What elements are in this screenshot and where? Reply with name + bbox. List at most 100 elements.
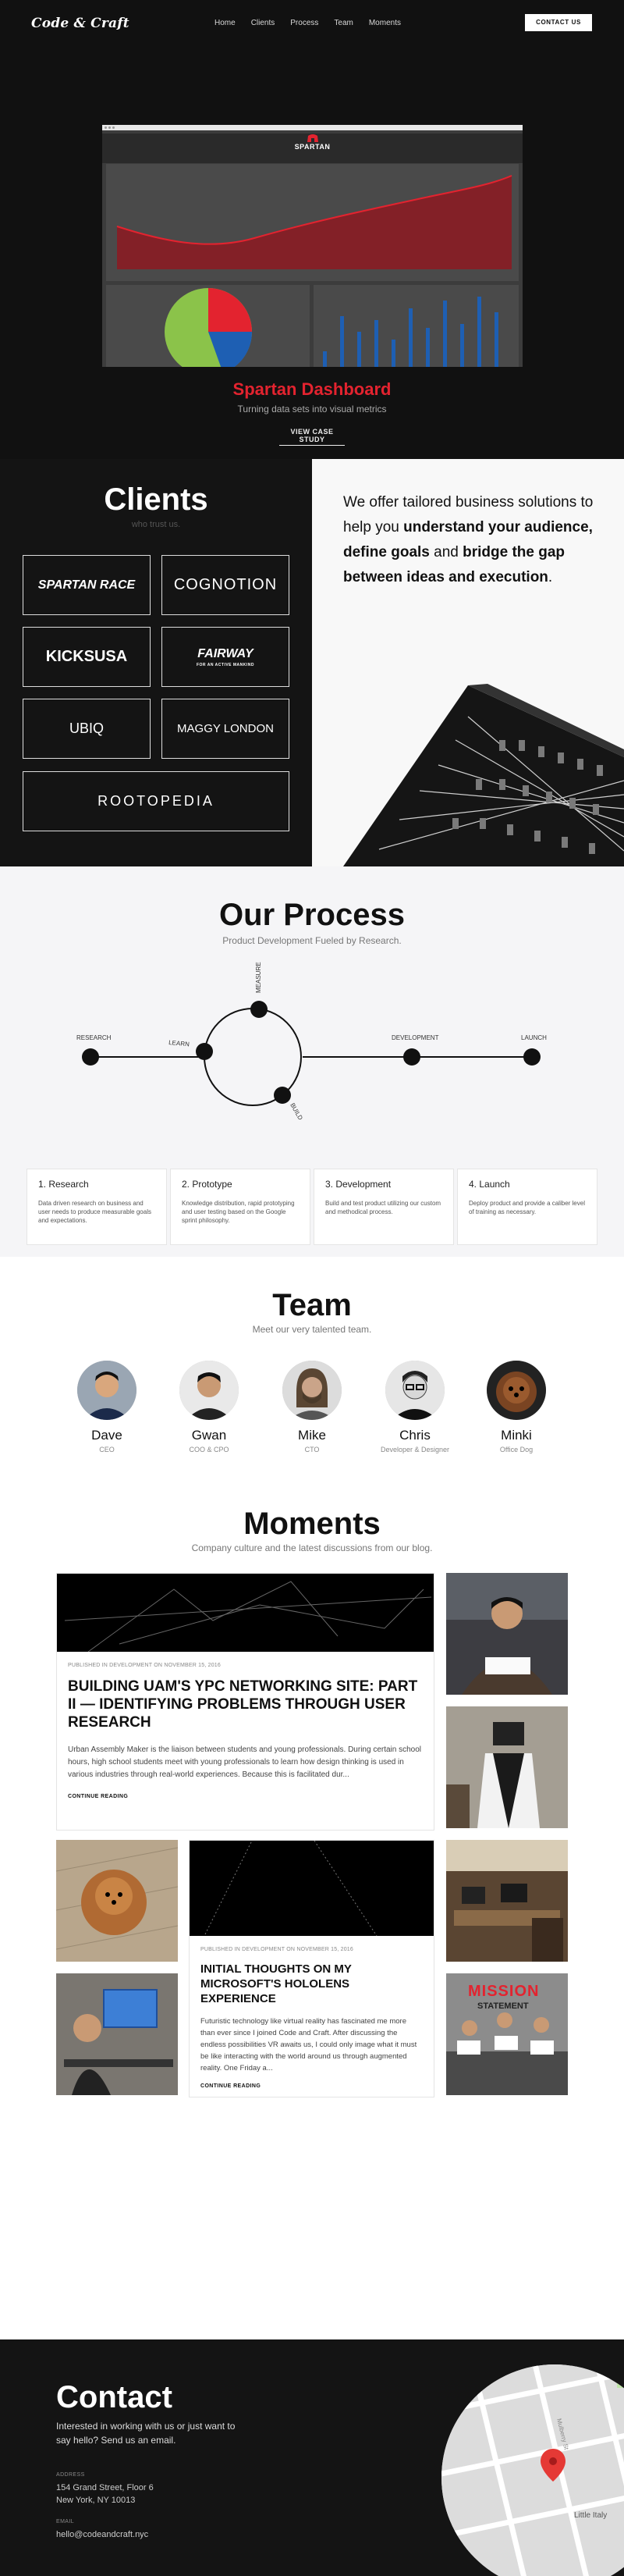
avatar: [179, 1361, 239, 1420]
moment-photo[interactable]: [446, 1840, 568, 1962]
team-member-mike[interactable]: Mike CTO: [265, 1361, 359, 1453]
member-name: Minki: [501, 1428, 532, 1443]
moment-photo[interactable]: [56, 1973, 178, 2095]
moments-section: Moments Company culture and the latest d…: [0, 1479, 624, 2339]
step-text: Deploy product and provide a caliber lev…: [469, 1200, 585, 1215]
map-streets: Mulberry St Little Italy: [441, 2364, 624, 2576]
label-build: BUILD: [289, 1102, 304, 1122]
member-role: COO & CPO: [189, 1446, 229, 1453]
process-diagram: RESEARCH MEASURE LEARN BUILD DEVELOPMENT…: [76, 962, 547, 1122]
avatar: [385, 1361, 445, 1420]
avatar: [77, 1361, 136, 1420]
blog-post-card[interactable]: PUBLISHED IN DEVELOPMENT ON NOVEMBER 15,…: [189, 1840, 434, 2097]
moment-photo[interactable]: [446, 1706, 568, 1828]
post-meta: PUBLISHED IN DEVELOPMENT ON NOVEMBER 15,…: [200, 1947, 353, 1952]
team-member-minki[interactable]: Minki Office Dog: [470, 1361, 563, 1453]
post-cover-image: [57, 1574, 434, 1652]
logo[interactable]: Code & Craft: [31, 16, 129, 31]
building-photo: [343, 684, 624, 866]
label-launch: LAUNCH: [521, 1034, 547, 1041]
clients-title: Clients: [104, 482, 208, 517]
process-step-development: 3. Development Build and test product ut…: [314, 1169, 454, 1245]
area-chart: [116, 175, 512, 269]
nav-item-moments[interactable]: Moments: [369, 19, 401, 27]
mockup-header: SPARTAN: [102, 133, 523, 163]
step-text: Build and test product utilizing our cus…: [325, 1200, 441, 1215]
client-logo-ubiq: UBIQ: [23, 699, 151, 759]
nav-item-home[interactable]: Home: [214, 19, 236, 27]
moment-photo[interactable]: MISSION STATEMENT: [446, 1973, 568, 2095]
member-role: CEO: [99, 1446, 115, 1453]
client-logo-fairway: FAIRWAY FOR AN ACTIVE MANKIND: [161, 627, 289, 687]
avatar: [282, 1361, 342, 1420]
pie-chart: [165, 288, 253, 367]
client-logo-kicksusa: KICKSUSA: [23, 627, 151, 687]
step-text: Data driven research on business and use…: [38, 1200, 151, 1224]
statement-sign: STATEMENT: [477, 2001, 529, 2011]
hero-section: Code & Craft Home Clients Process Team M…: [0, 0, 624, 459]
launch-node: [523, 1048, 541, 1066]
post-excerpt: Futuristic technology like virtual reali…: [200, 2017, 417, 2073]
nav-item-process[interactable]: Process: [290, 19, 318, 27]
member-name: Gwan: [191, 1428, 227, 1443]
label-learn: LEARN: [168, 1039, 190, 1048]
moment-photo[interactable]: [446, 1573, 568, 1695]
address-line-1: 154 Grand Street, Floor 6: [56, 2483, 154, 2492]
client-logo-rootopedia: ROOTOPEDIA: [23, 771, 289, 831]
contact-us-button[interactable]: CONTACT US: [525, 14, 592, 31]
team-member-gwan[interactable]: Gwan COO & CPO: [162, 1361, 256, 1453]
area-chart-panel: [106, 164, 519, 281]
address-label: ADDRESS: [56, 2472, 85, 2478]
continue-reading-link[interactable]: CONTINUE READING: [200, 2083, 423, 2089]
blog-post-card[interactable]: PUBLISHED IN DEVELOPMENT ON NOVEMBER 15,…: [56, 1573, 434, 1831]
fairway-name: FAIRWAY: [197, 646, 254, 660]
nav-item-team[interactable]: Team: [334, 19, 353, 27]
top-nav: Code & Craft Home Clients Process Team M…: [0, 14, 624, 33]
step-title: 3. Development: [325, 1179, 392, 1190]
measure-node: [250, 1001, 268, 1018]
member-role: Developer & Designer: [380, 1446, 450, 1453]
member-role: Office Dog: [499, 1446, 534, 1453]
build-node: [274, 1087, 291, 1104]
moment-photo[interactable]: [56, 1840, 178, 1962]
client-logo-maggy-london: MAGGY LONDON: [161, 699, 289, 759]
moments-subtitle: Company culture and the latest discussio…: [191, 1542, 433, 1553]
team-member-chris[interactable]: Chris Developer & Designer: [368, 1361, 462, 1453]
member-name: Chris: [399, 1428, 431, 1443]
post-excerpt: Urban Assembly Maker is the liaison betw…: [68, 1745, 422, 1779]
moments-title: Moments: [243, 1507, 381, 1541]
location-map[interactable]: Mulberry St Little Italy: [441, 2364, 624, 2576]
post-title[interactable]: INITIAL THOUGHTS ON MY MICROSOFT'S HOLOL…: [200, 1962, 423, 2006]
avatar: [487, 1361, 546, 1420]
nav-menu: Home Clients Process Team Moments: [214, 19, 401, 27]
email-link[interactable]: hello@codeandcraft.nyc: [56, 2528, 148, 2541]
team-title: Team: [272, 1288, 352, 1322]
contact-section: Contact Interested in working with us or…: [0, 2339, 624, 2576]
map-area-label: Little Italy: [574, 2511, 607, 2520]
member-role: CTO: [304, 1446, 320, 1453]
step-text: Knowledge distribution, rapid prototypin…: [182, 1200, 295, 1224]
process-step-research: 1. Research Data driven research on busi…: [27, 1169, 167, 1245]
fairway-tagline: FOR AN ACTIVE MANKIND: [196, 662, 254, 667]
contact-intro: Interested in working with us or just wa…: [56, 2421, 236, 2446]
mockup-brand: SPARTAN: [294, 143, 331, 151]
team-section: Team Meet our very talented team. Dave C…: [0, 1257, 624, 1479]
continue-reading-link[interactable]: CONTINUE READING: [68, 1794, 423, 1799]
team-member-dave[interactable]: Dave CEO: [60, 1361, 154, 1453]
post-meta: PUBLISHED IN DEVELOPMENT ON NOVEMBER 15,…: [68, 1663, 221, 1668]
spartan-helmet-icon: [307, 134, 318, 142]
clients-subtitle: who trust us.: [131, 520, 181, 529]
nav-item-clients[interactable]: Clients: [251, 19, 275, 27]
step-title: 1. Research: [38, 1179, 89, 1190]
bar-chart-panel: [314, 285, 519, 367]
clients-section: Clients who trust us. SPARTAN RACE COGNO…: [0, 459, 624, 866]
process-section: Our Process Product Development Fueled b…: [0, 866, 624, 1257]
post-title[interactable]: BUILDING UAM'S YPC NETWORKING SITE: PART…: [68, 1678, 423, 1731]
view-case-study-link[interactable]: VIEW CASE STUDY: [279, 428, 345, 446]
research-node: [82, 1048, 99, 1066]
team-subtitle: Meet our very talented team.: [252, 1324, 372, 1335]
step-title: 4. Launch: [469, 1179, 510, 1190]
email-label: EMAIL: [56, 2519, 75, 2524]
client-logo-cognotion: COGNOTION: [161, 555, 289, 615]
dashboard-mockup: SPARTAN: [102, 125, 523, 367]
